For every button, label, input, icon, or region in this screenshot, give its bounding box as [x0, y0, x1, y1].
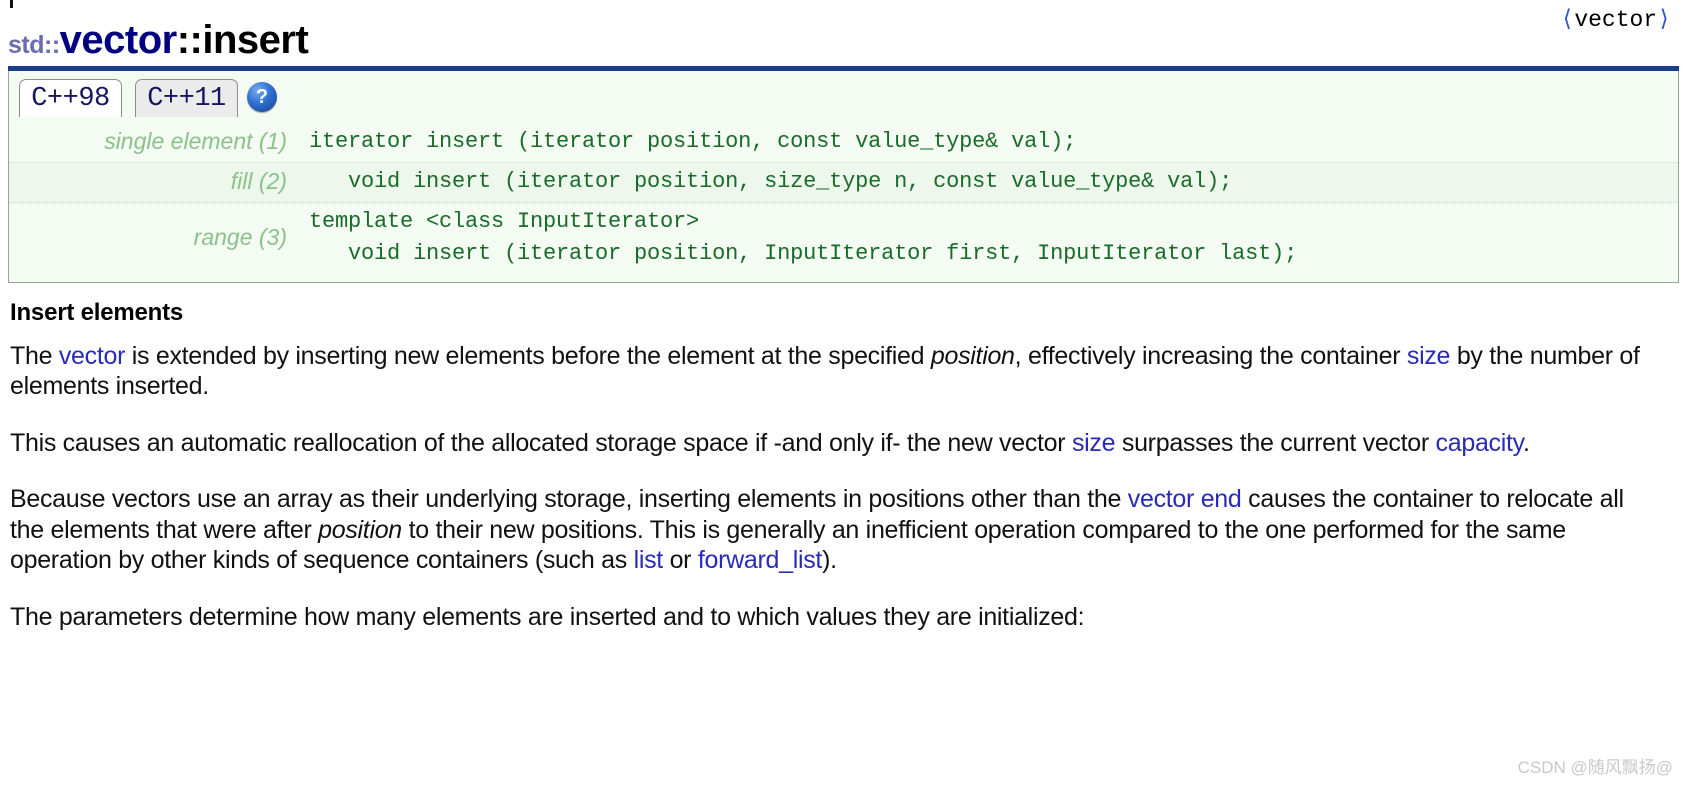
header-include: ⟨vector⟩: [1560, 6, 1671, 33]
page-header: std::vector::insert ⟨vector⟩: [8, 0, 1679, 66]
signature-label: fill (2): [230, 168, 287, 195]
signature-row: fill (2) void insert (iterator position,…: [9, 162, 1678, 203]
question-mark-icon[interactable]: ?: [247, 82, 277, 112]
title-separator: ::: [176, 18, 203, 62]
signature-label: range (3): [193, 224, 287, 251]
title-class: vector: [59, 18, 178, 62]
inline-link[interactable]: size: [1072, 429, 1116, 457]
tab-cpp98[interactable]: C++98: [19, 79, 122, 117]
signature-code: void insert (iterator position, size_typ…: [309, 168, 1233, 194]
text-run: This causes an automatic reallocation of…: [10, 428, 1072, 457]
include-angle-close: ⟩: [1657, 7, 1671, 33]
inline-link[interactable]: size: [1407, 342, 1451, 370]
text-run: surpasses the current vector: [1115, 428, 1436, 457]
signature-label: single element (1): [104, 128, 287, 155]
signature-row: range (3) template <class InputIterator>…: [9, 203, 1678, 274]
description-content: Insert elements The vector is extended b…: [8, 283, 1679, 633]
section-heading: Insert elements: [10, 298, 184, 326]
signature-code: iterator insert (iterator position, cons…: [309, 129, 1077, 154]
text-run: , effectively increasing the container: [1014, 341, 1407, 370]
include-angle-open: ⟨: [1560, 7, 1575, 33]
inline-link[interactable]: list: [634, 546, 664, 574]
paragraph: The parameters determine how many elemen…: [10, 602, 1650, 633]
include-name: vector: [1574, 7, 1658, 33]
tab-cpp11[interactable]: C++11: [135, 79, 238, 117]
paragraph: Because vectors use an array as their un…: [10, 484, 1650, 576]
signature-panel: single element (1) iterator insert (iter…: [8, 117, 1679, 283]
text-run: is extended by inserting new elements be…: [125, 341, 931, 370]
text-run: ).: [822, 546, 837, 575]
signature-code: template <class InputIterator> void inse…: [309, 208, 1298, 266]
paragraph: The vector is extended by inserting new …: [10, 341, 1650, 402]
text-run: The: [10, 341, 59, 370]
caret-mark: [10, 0, 13, 8]
inline-link[interactable]: vector: [59, 342, 126, 370]
inline-link[interactable]: vector end: [1128, 485, 1242, 513]
watermark: CSDN @随风飘扬@: [1517, 758, 1673, 777]
text-run: The parameters determine how many elemen…: [10, 602, 1085, 631]
inline-link[interactable]: forward_list: [698, 546, 823, 574]
paragraph: This causes an automatic reallocation of…: [10, 428, 1650, 459]
inline-link[interactable]: capacity: [1436, 429, 1524, 457]
emphasis-text: position: [318, 515, 402, 544]
reference-page: std::vector::insert ⟨vector⟩ C++98 C++11…: [0, 0, 1687, 786]
text-run: or: [662, 546, 698, 575]
signature-row: single element (1) iterator insert (iter…: [9, 123, 1678, 163]
text-run: .: [1523, 428, 1530, 457]
text-run: Because vectors use an array as their un…: [10, 485, 1128, 514]
emphasis-text: position: [930, 341, 1015, 370]
title-namespace: std::: [8, 31, 60, 59]
page-title: std::vector::insert: [8, 18, 309, 62]
title-member: insert: [202, 18, 309, 62]
